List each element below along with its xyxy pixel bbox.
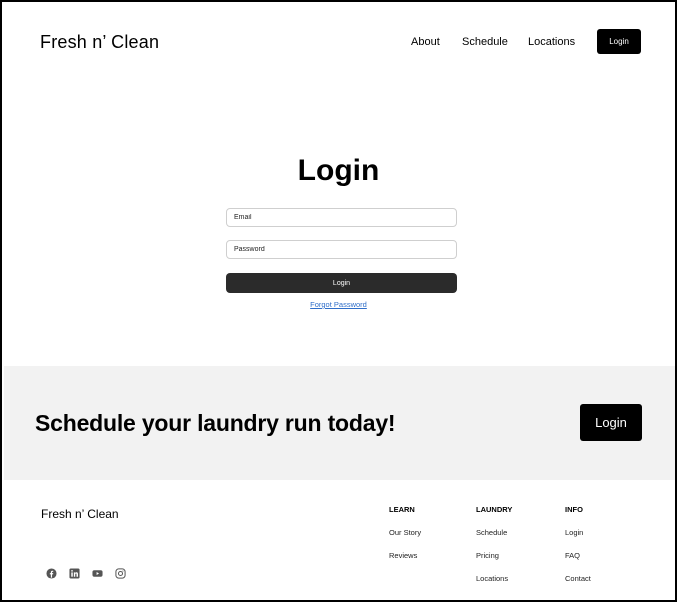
footer-heading: INFO xyxy=(565,505,583,514)
footer-link-locations[interactable]: Locations xyxy=(476,574,512,597)
footer-column-laundry: LAUNDRY Schedule Pricing Locations xyxy=(476,505,512,597)
nav-locations[interactable]: Locations xyxy=(528,36,575,48)
footer-heading: LAUNDRY xyxy=(476,505,513,514)
brand-logo[interactable]: Fresh n’ Clean xyxy=(40,32,159,53)
email-field[interactable] xyxy=(226,208,457,227)
forgot-password-link[interactable]: Forgot Password xyxy=(2,300,675,309)
footer-link-faq[interactable]: FAQ xyxy=(565,551,591,574)
header-login-button[interactable]: Login xyxy=(597,29,641,54)
youtube-icon[interactable] xyxy=(92,568,103,579)
cta-login-button[interactable]: Login xyxy=(580,404,642,441)
linkedin-icon[interactable] xyxy=(69,568,80,579)
facebook-icon[interactable] xyxy=(46,568,57,579)
footer-brand[interactable]: Fresh n’ Clean xyxy=(41,507,119,521)
nav-schedule[interactable]: Schedule xyxy=(462,36,508,48)
login-submit-button[interactable]: Login xyxy=(226,273,457,293)
footer-heading: LEARN xyxy=(389,505,415,514)
footer-link-pricing[interactable]: Pricing xyxy=(476,551,512,574)
password-field[interactable] xyxy=(226,240,457,259)
footer-link-login[interactable]: Login xyxy=(565,528,591,551)
login-title: Login xyxy=(297,154,380,187)
cta-title: Schedule your laundry run today! xyxy=(35,410,396,436)
footer-link-our-story[interactable]: Our Story xyxy=(389,528,421,551)
instagram-icon[interactable] xyxy=(115,568,126,579)
footer-link-contact[interactable]: Contact xyxy=(565,574,591,597)
cta-section: Schedule your laundry run today! Login xyxy=(4,366,675,480)
footer-column-info: INFO Login FAQ Contact xyxy=(565,505,591,597)
nav-about[interactable]: About xyxy=(411,36,440,48)
page-frame: Fresh n’ Clean About Schedule Locations … xyxy=(0,0,677,602)
footer-link-schedule[interactable]: Schedule xyxy=(476,528,512,551)
footer-link-reviews[interactable]: Reviews xyxy=(389,551,421,574)
footer-column-learn: LEARN Our Story Reviews xyxy=(389,505,421,574)
